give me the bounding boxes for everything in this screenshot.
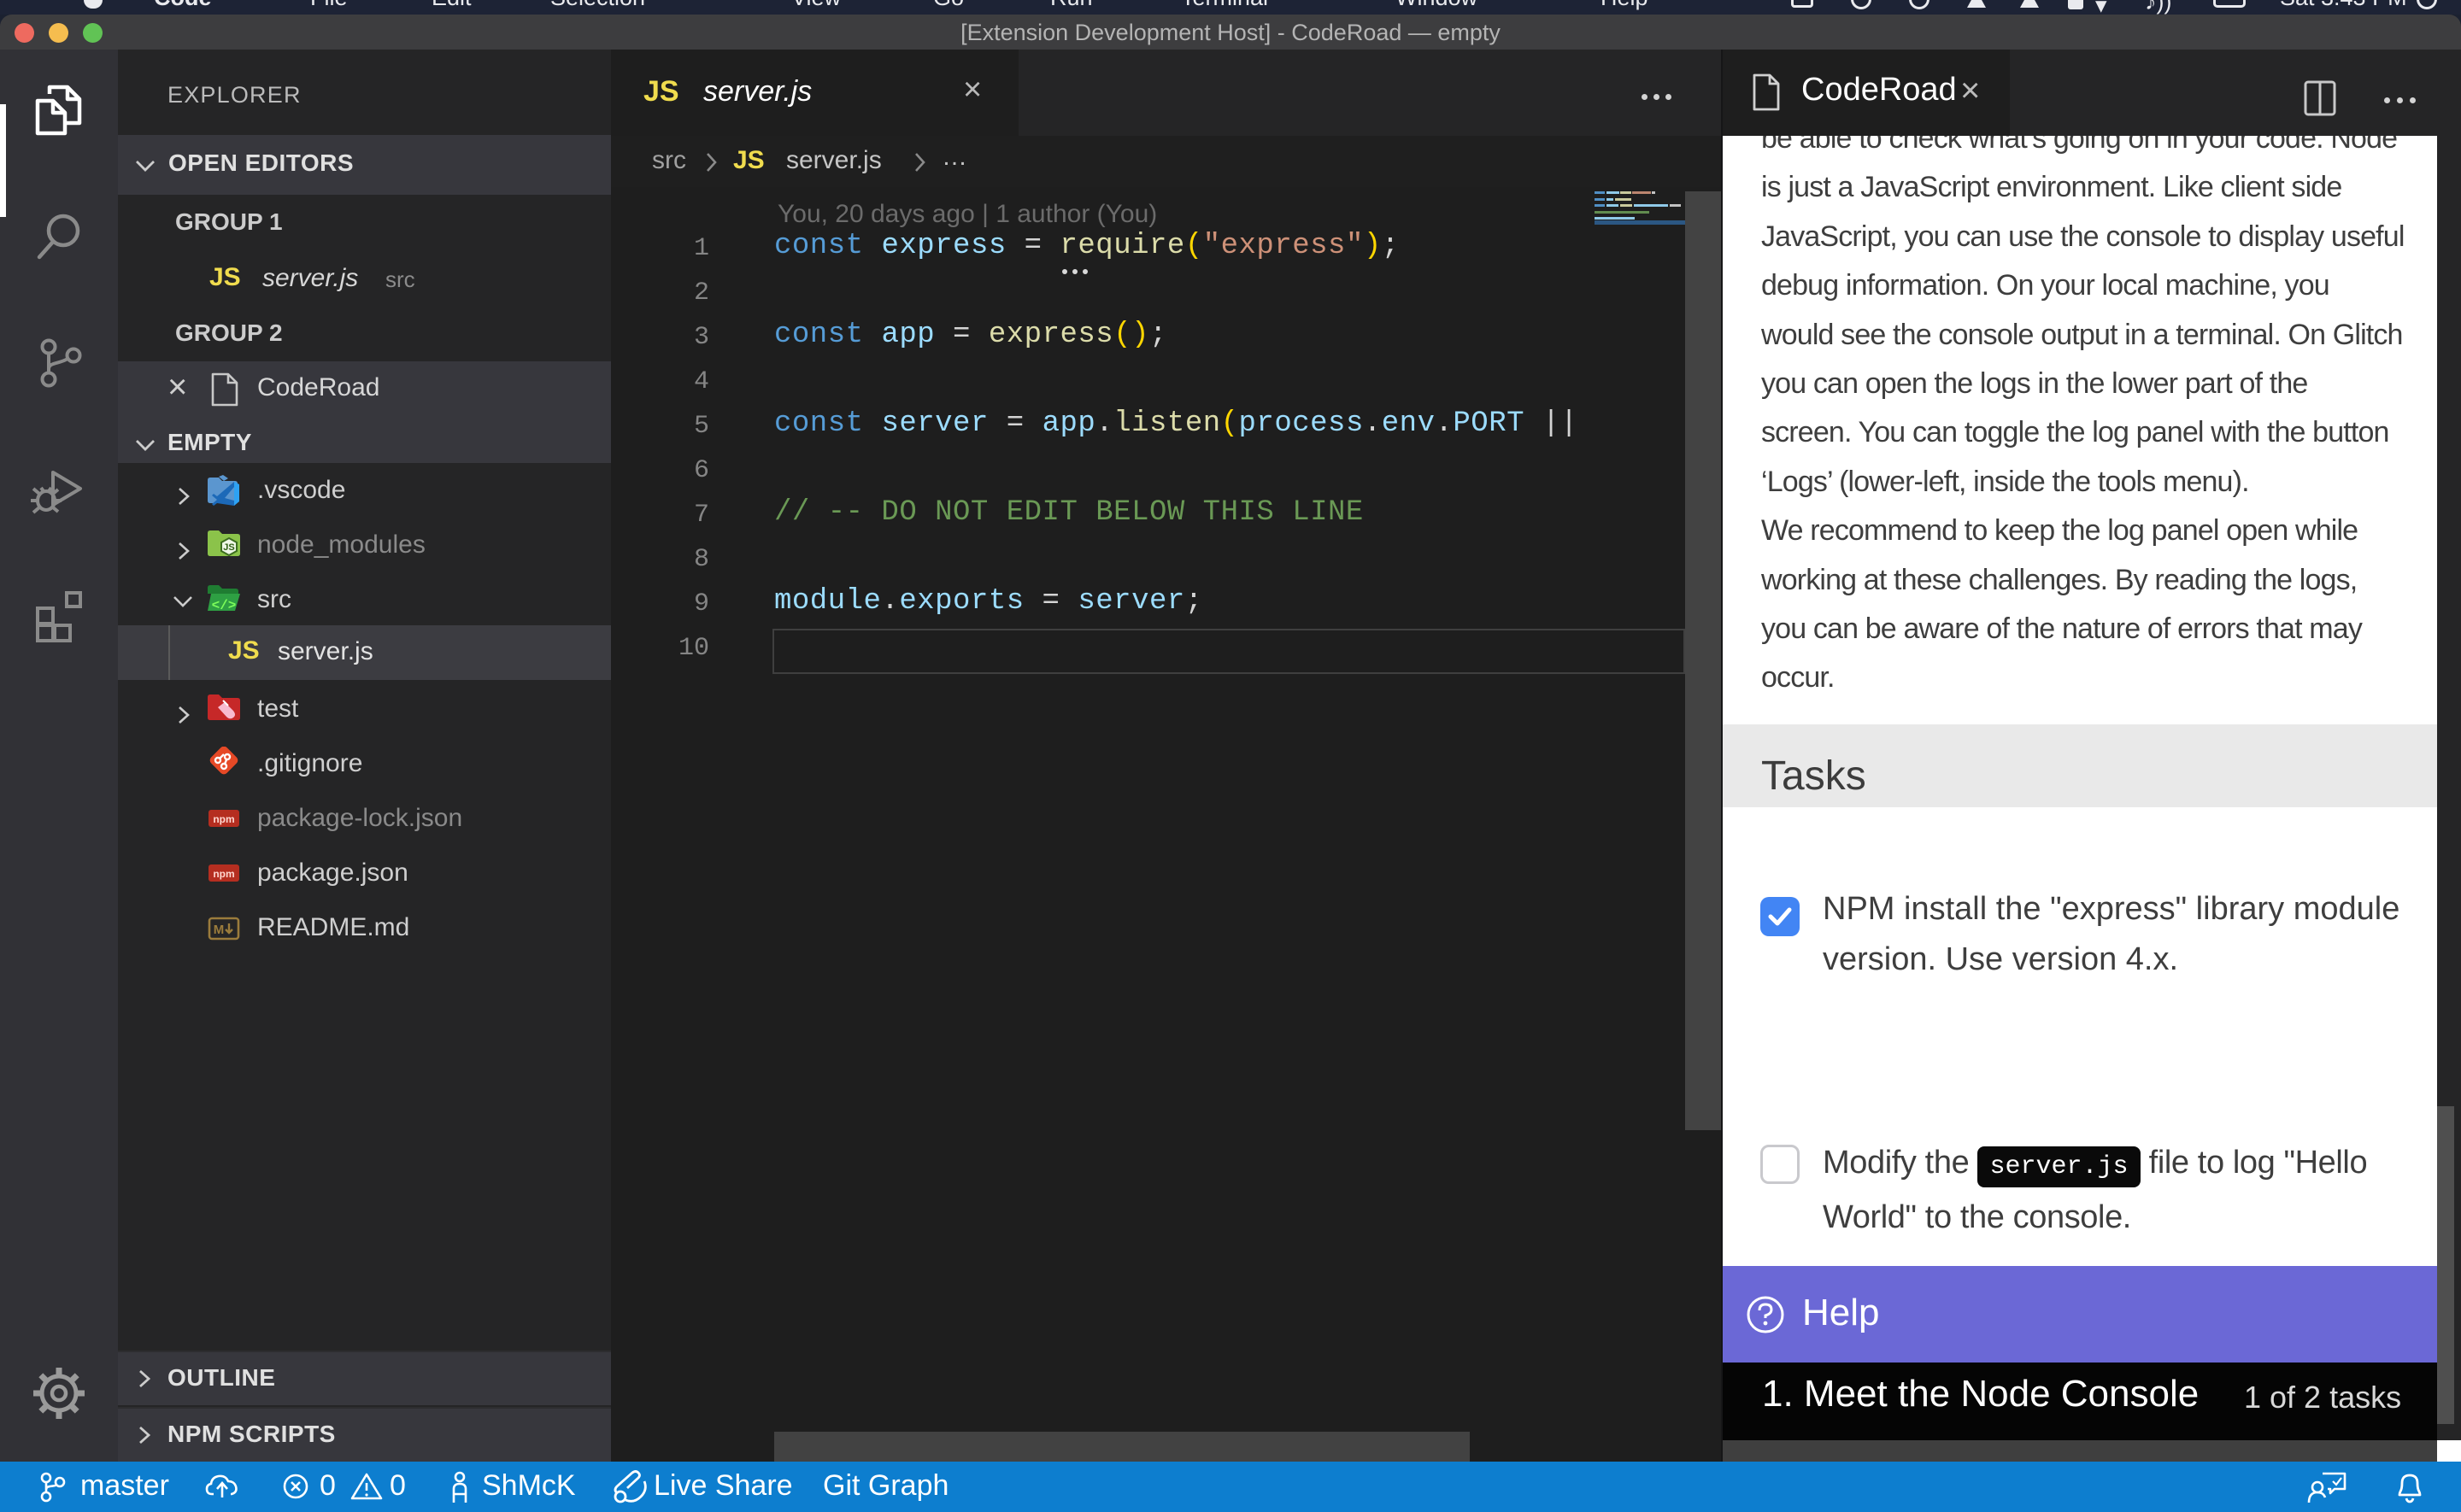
svg-text:</>: </> — [212, 598, 237, 613]
svg-text:M: M — [214, 923, 225, 937]
svg-text:npm: npm — [213, 868, 234, 880]
svg-text:npm: npm — [213, 813, 234, 825]
svg-text:JS: JS — [223, 542, 234, 553]
